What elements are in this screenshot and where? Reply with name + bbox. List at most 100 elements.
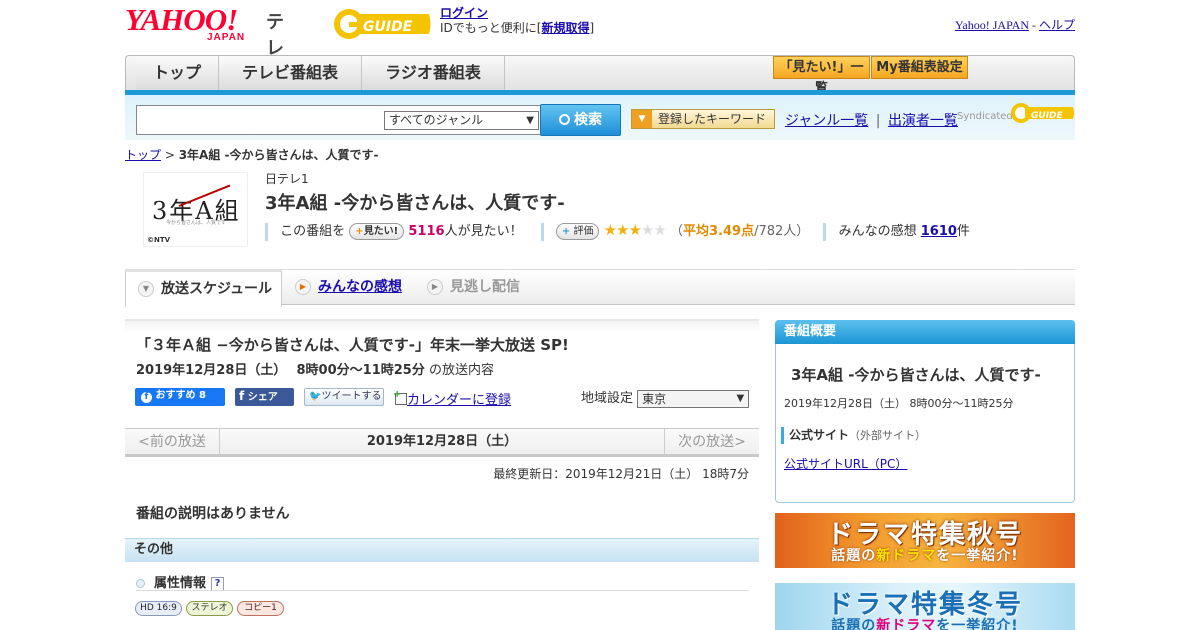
facebook-like-button[interactable]: f おすすめ 8 bbox=[135, 388, 225, 406]
want-button-label: 見たい! bbox=[363, 226, 399, 237]
want-suffix: 人が見たい！ bbox=[444, 224, 523, 239]
avg-prefix: （ bbox=[670, 224, 684, 239]
next-broadcast-button[interactable]: 次の放送> bbox=[664, 429, 759, 455]
breadcrumb-top-link[interactable]: トップ bbox=[125, 148, 161, 162]
facebook-share-label: シェア bbox=[247, 392, 278, 403]
region-setting: 地域設定 東京 ▼ bbox=[581, 387, 750, 408]
impressions-suffix: 件 bbox=[956, 224, 970, 239]
stat-divider bbox=[823, 222, 827, 241]
star-filled-icon: ★ bbox=[616, 221, 629, 239]
nav-tab-tv-schedule[interactable]: テレビ番組表 bbox=[219, 56, 362, 90]
chevron-right-icon: ▶ bbox=[295, 279, 311, 295]
tweet-button[interactable]: 🐦ツイートする bbox=[304, 388, 384, 406]
my-schedule-button[interactable]: My番組表設定 bbox=[871, 56, 968, 79]
summary-title: 3年A組 -今から皆さんは、人質です- bbox=[791, 366, 1041, 384]
facebook-like-label: おすすめ 8 bbox=[155, 390, 206, 401]
gguide-logo[interactable]: GUIDE bbox=[333, 6, 433, 42]
banner-winter-sub-post: を一挙紹介! bbox=[936, 618, 1019, 630]
region-label: 地域設定 bbox=[581, 391, 634, 406]
rate-button[interactable]: + 評価 bbox=[555, 223, 600, 240]
want-button[interactable]: +見たい! bbox=[349, 223, 405, 240]
episode-date-suffix: の放送内容 bbox=[428, 363, 494, 378]
tab-schedule-label: 放送スケジュール bbox=[161, 281, 273, 297]
want-count: 5116 bbox=[408, 224, 445, 239]
star-empty-icon: ★ bbox=[640, 221, 654, 239]
genre-select[interactable]: すべてのジャンル ▼ bbox=[384, 111, 539, 130]
performer-list-link[interactable]: 出演者一覧 bbox=[888, 113, 958, 129]
official-site-title: 公式サイト bbox=[789, 428, 850, 442]
gguide-logo-graphic: GUIDE bbox=[334, 9, 431, 39]
summary-time: 2019年12月28日（土） 8時00分～11時25分 bbox=[784, 397, 1014, 410]
channel-name: 日テレ1 bbox=[265, 172, 309, 186]
drama-autumn-banner[interactable]: ドラマ特集秋号 話題の新ドラマを一挙紹介! bbox=[775, 513, 1075, 568]
yahoo-japan-logo[interactable]: YAHOO! JAPAN テレビ bbox=[125, 4, 284, 85]
banner-autumn-sub-pre: 話題の bbox=[831, 548, 877, 564]
help-link[interactable]: ヘルプ bbox=[1039, 18, 1075, 32]
genre-list-link[interactable]: ジャンル一覧 bbox=[785, 113, 868, 129]
want-prefix: この番組を bbox=[280, 224, 346, 239]
tab-schedule[interactable]: ▼ 放送スケジュール bbox=[125, 270, 282, 307]
login-prompt: IDでもっと便利に[ bbox=[440, 21, 542, 35]
japan-logo-text: JAPAN bbox=[207, 32, 246, 43]
nav-tab-radio-schedule[interactable]: ラジオ番組表 bbox=[362, 56, 505, 90]
impressions-prefix: みんなの感想 bbox=[838, 224, 917, 239]
banner-autumn-sub-hl: 新ドラマ bbox=[876, 548, 937, 564]
syndicated-label: Syndicated bbox=[957, 111, 1013, 122]
calendar-register[interactable]: + カレンダーに登録 bbox=[393, 389, 512, 408]
thumbnail-credit: ©NTV bbox=[147, 236, 171, 244]
prev-broadcast-button[interactable]: <前の放送 bbox=[125, 429, 220, 455]
login-area: ログイン IDでもっと便利に[新規取得] bbox=[440, 6, 594, 36]
rating-stars: ★★★★★ bbox=[604, 221, 667, 239]
drama-winter-banner[interactable]: ドラマ特集冬号 話題の新ドラマを一挙紹介! bbox=[775, 583, 1075, 630]
yahoo-japan-link[interactable]: Yahoo! JAPAN bbox=[955, 18, 1029, 32]
search-button[interactable]: 検索 bbox=[540, 104, 621, 136]
region-select[interactable]: 東京 ▼ bbox=[637, 389, 750, 408]
dropdown-arrow-icon: ▼ bbox=[736, 392, 745, 404]
avg-rating: 平均3.49点 bbox=[683, 224, 755, 239]
external-site-note: （外部サイト） bbox=[849, 429, 927, 442]
banner-autumn-subtitle: 話題の新ドラマを一挙紹介! bbox=[775, 545, 1075, 565]
other-section-heading: その他 bbox=[125, 538, 759, 562]
tab-impressions-label: みんなの感想 bbox=[318, 279, 402, 295]
tab-streaming-label: 見逃し配信 bbox=[450, 279, 520, 295]
program-summary-heading: 番組概要 bbox=[775, 320, 1075, 344]
nav-tab-top[interactable]: トップ bbox=[136, 56, 219, 90]
svg-text:GUIDE: GUIDE bbox=[1031, 111, 1064, 121]
login-link[interactable]: ログイン bbox=[440, 6, 488, 20]
attribute-info: 属性情報? bbox=[136, 572, 225, 591]
register-link[interactable]: 新規取得 bbox=[541, 21, 589, 35]
facebook-share-button[interactable]: f シェア bbox=[235, 388, 294, 406]
program-title: 3年A組 -今から皆さんは、人質です- bbox=[265, 193, 565, 214]
no-description-text: 番組の説明はありません bbox=[136, 506, 290, 522]
episode-title: 「３年Ａ組 −今から皆さんは、人質です-」年末一挙大放送 SP! bbox=[136, 336, 569, 354]
registered-keyword-button[interactable]: ▼ 登録したキーワード bbox=[631, 109, 775, 129]
episode-time: 8時00分～11時25分 bbox=[296, 363, 425, 378]
breadcrumb-current: 3年A組 -今から皆さんは、人質です- bbox=[178, 148, 379, 162]
current-broadcast-date: 2019年12月28日（土） bbox=[366, 434, 518, 449]
banner-winter-sub-hl: 新ドラマ bbox=[876, 618, 937, 630]
link-separator: - bbox=[1028, 18, 1039, 32]
impressions-count-link[interactable]: 1610 bbox=[921, 224, 957, 239]
banner-winter-sub-pre: 話題の bbox=[831, 618, 877, 630]
tag-copy-once: コピー1 bbox=[237, 601, 284, 616]
calendar-link: カレンダーに登録 bbox=[407, 393, 512, 408]
attribute-label: 属性情報 bbox=[154, 576, 207, 591]
search-link-separator: | bbox=[875, 113, 881, 129]
avg-count: /782人） bbox=[754, 224, 810, 239]
help-icon[interactable]: ? bbox=[211, 576, 225, 591]
chevron-right-icon: ▶ bbox=[427, 279, 443, 295]
stat-divider bbox=[265, 222, 268, 241]
program-tabs: ▼ 放送スケジュール ▶ みんなの感想 ▶ 見逃し配信 bbox=[125, 269, 1075, 307]
divider bbox=[136, 590, 749, 591]
tag-hd: HD 16:9 bbox=[135, 601, 182, 616]
thumbnail-subtitle: 今から皆さんは、人質です bbox=[166, 220, 227, 226]
dropdown-arrow-icon: ▼ bbox=[632, 110, 652, 128]
star-filled-icon: ★ bbox=[628, 221, 642, 239]
tab-impressions[interactable]: ▶ みんなの感想 bbox=[295, 270, 402, 305]
calendar-icon: + bbox=[393, 389, 407, 405]
episode-datetime: 2019年12月28日（土） 8時00分～11時25分 の放送内容 bbox=[136, 359, 494, 378]
official-site-link[interactable]: 公式サイトURL（PC） bbox=[784, 455, 907, 472]
official-site-label: 公式サイト（外部サイト） bbox=[781, 427, 926, 444]
login-prompt-end: ] bbox=[589, 21, 595, 35]
want-list-button[interactable]: 「見たい!」一覧 bbox=[773, 56, 870, 96]
